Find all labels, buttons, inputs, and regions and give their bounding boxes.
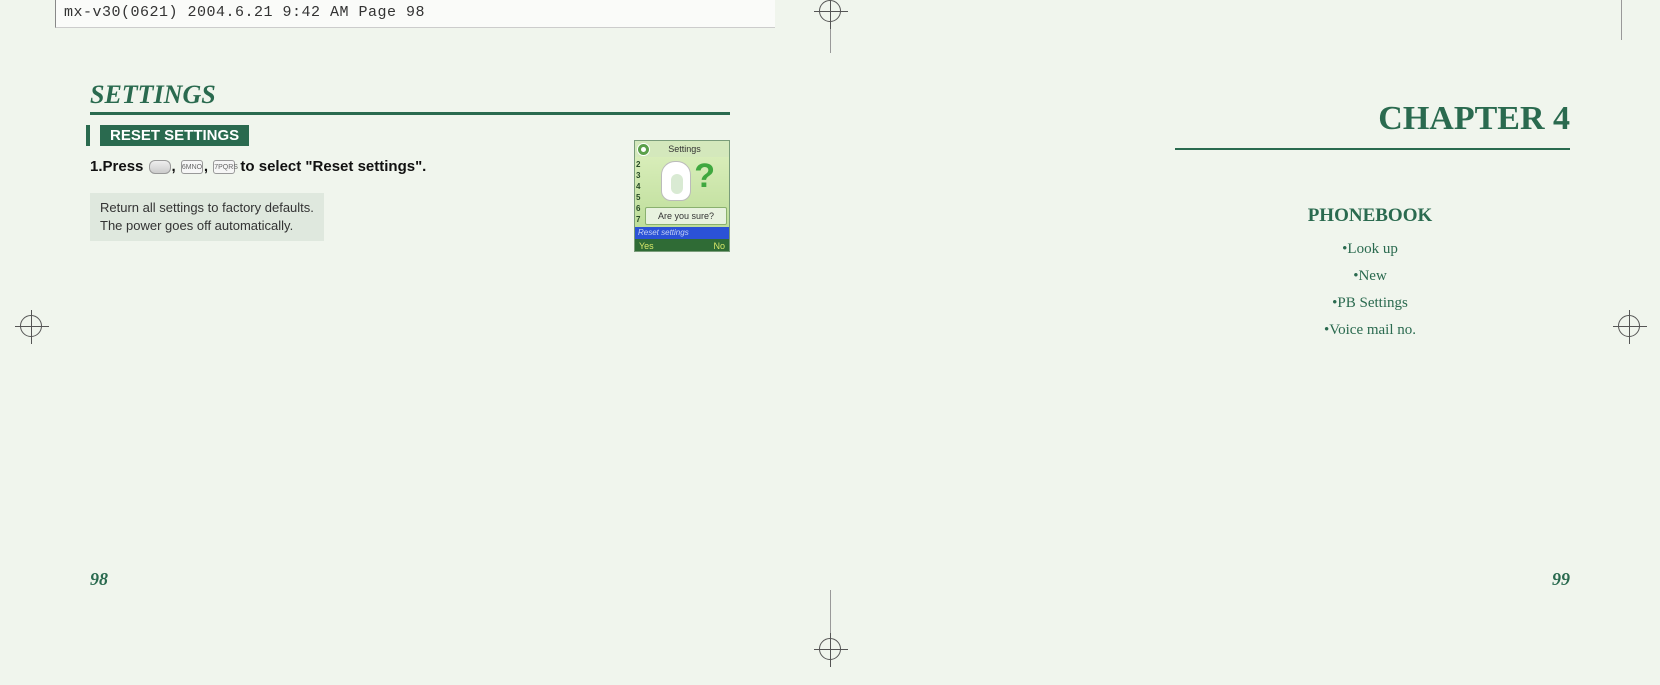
phone-title-bar: Settings: [635, 141, 729, 157]
menu-number: 4: [636, 181, 640, 192]
menu-number: 5: [636, 192, 640, 203]
softkey-icon: [149, 160, 171, 174]
softkey-yes: Yes: [639, 241, 654, 251]
phone-menu-numbers: 2 3 4 5 6 7: [636, 159, 640, 225]
confirmation-popup: Are you sure?: [645, 207, 727, 225]
note-line: The power goes off automatically.: [100, 217, 314, 235]
chapter-underline: [1175, 148, 1570, 150]
registration-mark-icon: [1618, 315, 1640, 337]
phone-screenshot: Settings 2 3 4 5 6 7 ? Are you: [634, 140, 730, 252]
menu-number: 7: [636, 214, 640, 225]
menu-number: 6: [636, 203, 640, 214]
phone-mascot-icon: ?: [657, 159, 713, 205]
toc-item: •Look up: [930, 241, 1570, 258]
print-header: mx-v30(0621) 2004.6.21 9:42 AM Page 98: [55, 0, 775, 28]
phone-screen: Settings 2 3 4 5 6 7 ? Are you: [634, 140, 730, 252]
menu-number: 2: [636, 159, 640, 170]
settings-gear-icon: [637, 143, 650, 156]
title-underline: [90, 112, 730, 115]
page-right: CHAPTER 4 PHONEBOOK •Look up •New •PB Se…: [930, 80, 1570, 580]
section-badge: RESET SETTINGS: [90, 125, 249, 146]
note-line: Return all settings to factory defaults.: [100, 199, 314, 217]
phone-softkey-bar: Yes No: [635, 239, 729, 252]
chapter-title: CHAPTER 4: [930, 100, 1570, 138]
page-number: 98: [90, 569, 108, 590]
crop-line: [1621, 0, 1622, 40]
section-heading: PHONEBOOK: [930, 205, 1570, 227]
selected-menu-item: Reset settings: [635, 227, 729, 239]
phone-title-text: Settings: [654, 144, 729, 154]
phone-body: 2 3 4 5 6 7 ? Are you sure? Reset settin…: [635, 157, 729, 239]
key-6-icon: 6MNO: [181, 160, 203, 174]
crop-line: [830, 28, 831, 53]
page-left: SETTINGS RESET SETTINGS 1.Press , 6MNO, …: [90, 80, 730, 580]
key-7-icon: 7PQRS: [213, 160, 235, 174]
registration-mark-icon: [819, 0, 841, 22]
toc-item: •PB Settings: [930, 295, 1570, 312]
toc-item: •Voice mail no.: [930, 322, 1570, 339]
page-number: 99: [1552, 569, 1570, 590]
page-title: SETTINGS: [90, 80, 730, 110]
menu-number: 3: [636, 170, 640, 181]
softkey-no: No: [713, 241, 725, 251]
document-spread: mx-v30(0621) 2004.6.21 9:42 AM Page 98 S…: [0, 0, 1660, 685]
instruction-prefix: 1.Press: [90, 158, 148, 175]
registration-mark-icon: [819, 638, 841, 660]
note-box: Return all settings to factory defaults.…: [90, 193, 324, 241]
instruction-suffix: to select "Reset settings".: [240, 158, 426, 175]
toc-item: •New: [930, 268, 1570, 285]
registration-mark-icon: [20, 315, 42, 337]
